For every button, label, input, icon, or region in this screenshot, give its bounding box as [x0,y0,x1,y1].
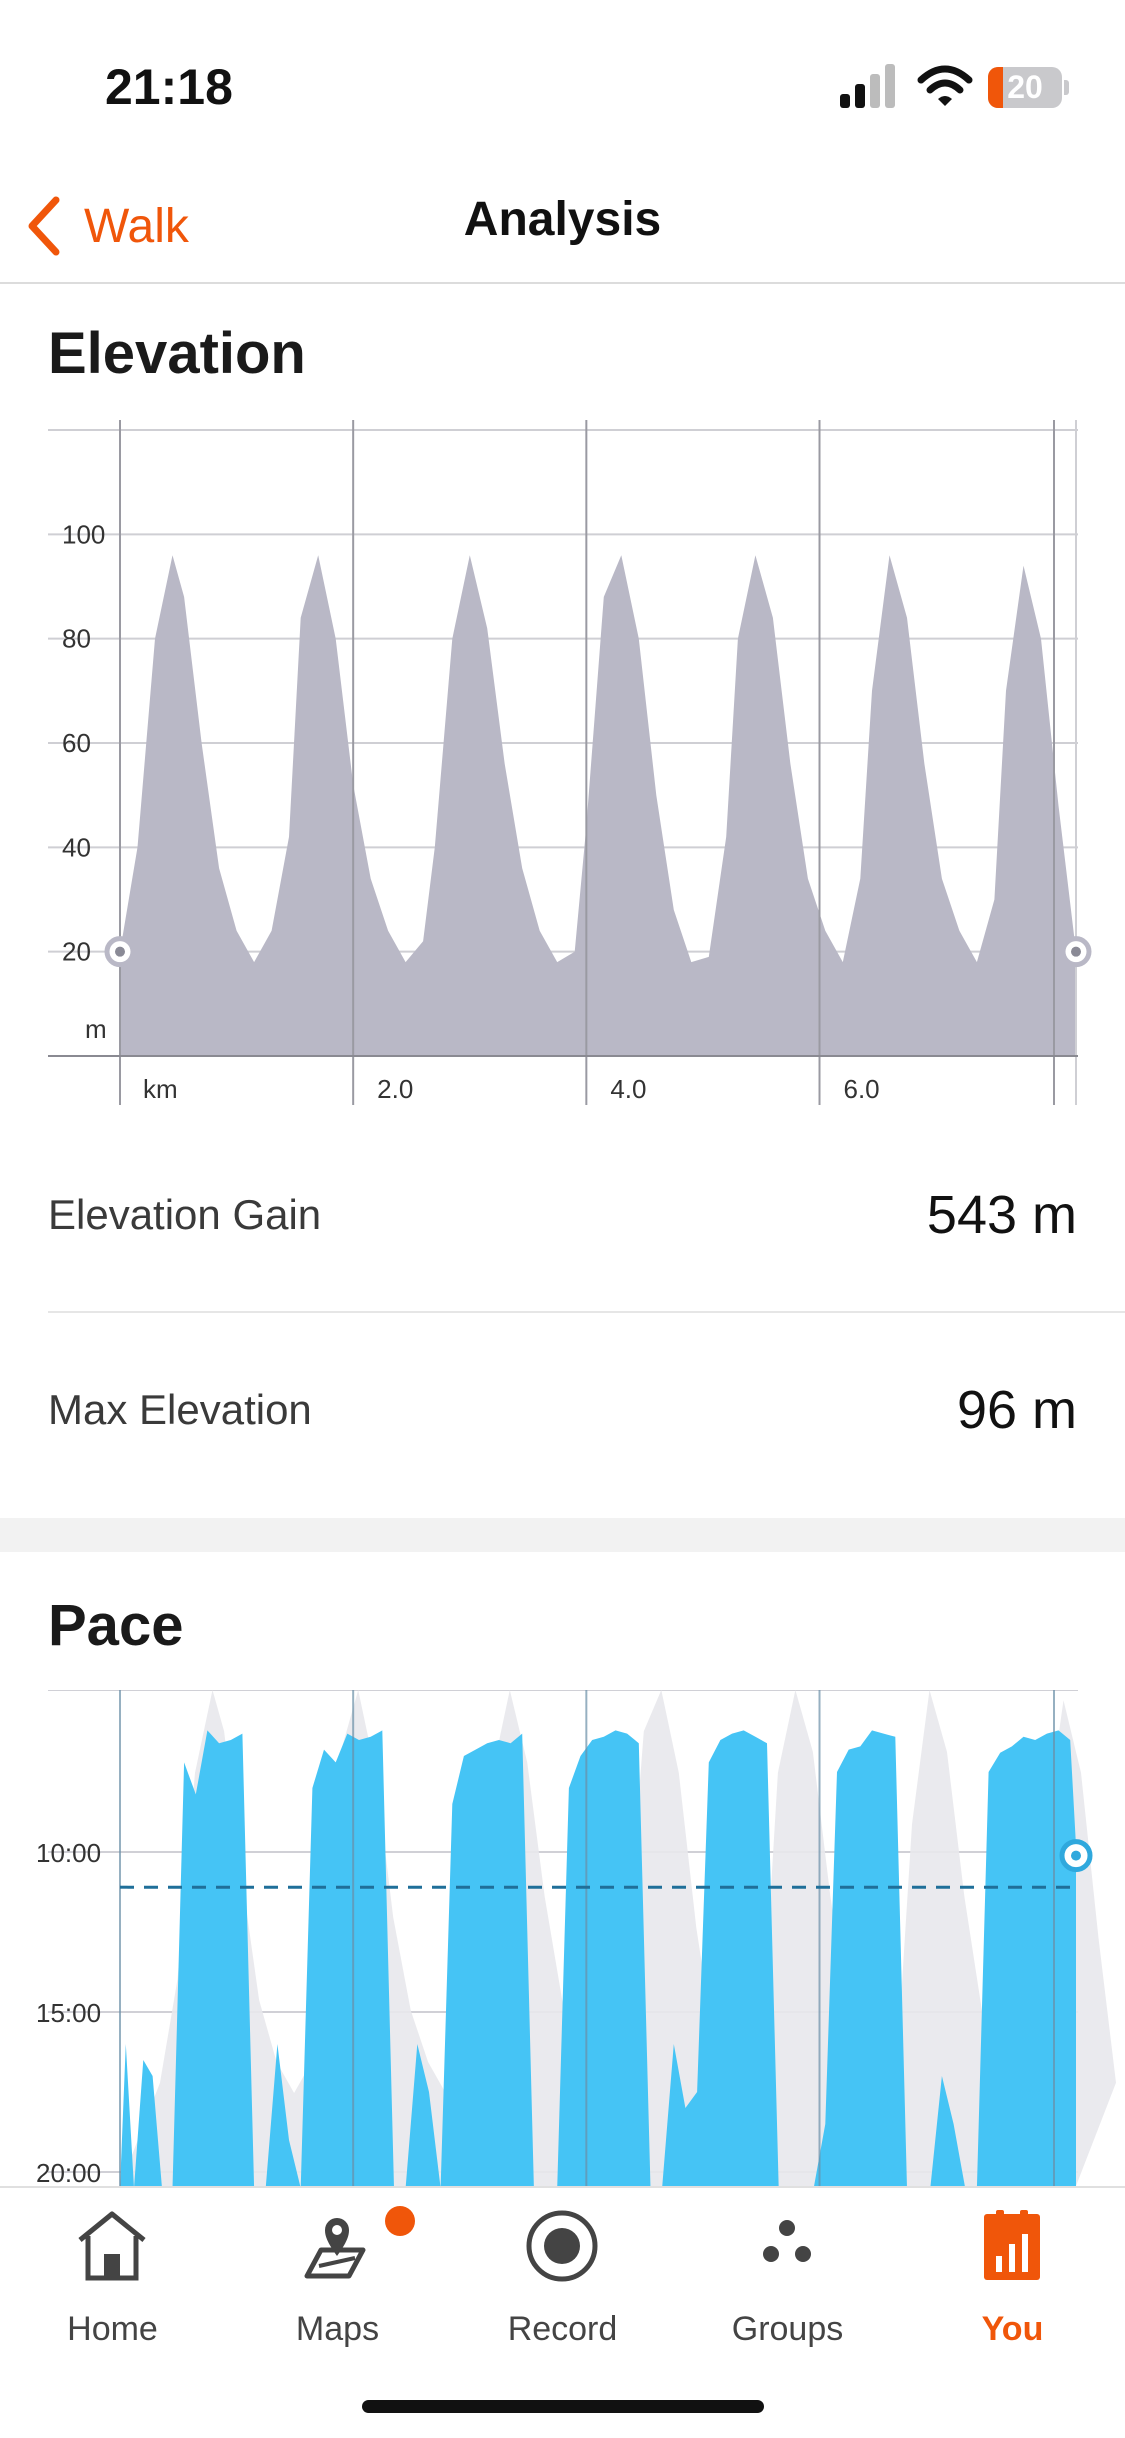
tab-bar: Home Maps Record Groups You [0,2186,1125,2438]
x-tick-label: 4.0 [610,1074,646,1104]
y-tick-label: 80 [62,624,91,654]
x-axis-unit: km [143,1074,178,1104]
you-icon [984,2210,1040,2280]
groups-icon [763,2220,811,2262]
elevation-area [120,555,1076,1056]
tab-record[interactable]: Record [450,2206,675,2366]
record-icon [526,2210,598,2282]
tab-you[interactable]: You [900,2206,1125,2366]
y-tick-label: 60 [62,728,91,758]
y-axis-unit: m [85,1014,107,1044]
tab-record-label: Record [507,2310,618,2348]
cellular-signal-icon [838,62,900,110]
elevation-gain-value: 543 m [926,1185,1077,1245]
elevation-gain-label: Elevation Gain [48,1191,322,1238]
x-tick-label: 2.0 [377,1074,413,1104]
tab-you-label: You [981,2310,1044,2348]
pace-title: Pace [48,1593,184,1658]
max-elevation-row: Max Elevation 96 m [48,1355,1077,1465]
navigation-bar: Walk Analysis [0,170,1125,284]
y-tick-label: 20:00 [36,2158,101,2186]
x-tick-label: 6.0 [844,1074,880,1104]
y-tick-label: 10:00 [36,1838,101,1868]
maps-icon [304,2218,366,2279]
elevation-start-marker-dot [115,946,125,957]
max-elevation-label: Max Elevation [48,1386,312,1433]
battery-icon: 20 [988,67,1069,108]
pace-chart[interactable]: 10:00 15:00 20:00 [0,1689,1125,2188]
page-title: Analysis [463,193,662,246]
status-time: 21:18 [105,59,233,115]
home-icon [78,2211,146,2281]
y-tick-label: 15:00 [36,1998,101,2028]
battery-body: 20 [988,67,1062,108]
y-tick-label: 100 [62,519,105,549]
home-indicator [362,2400,764,2413]
tab-groups-label: Groups [731,2310,844,2348]
battery-tip [1064,80,1069,95]
max-elevation-value: 96 m [956,1380,1077,1440]
maps-notification-badge [385,2206,415,2236]
pace-chart-svg: 10:00 15:00 20:00 [36,1689,1116,2188]
elevation-chart[interactable]: 100 80 60 40 20 m km 2.0 4.0 6.0 [0,420,1125,1110]
pace-end-marker-dot [1071,1850,1081,1861]
elevation-chart-svg: 100 80 60 40 20 m km 2.0 4.0 6.0 [48,420,1092,1105]
tab-groups[interactable]: Groups [675,2206,900,2366]
elevation-gain-row: Elevation Gain 543 m [48,1160,1077,1270]
section-separator [0,1518,1125,1552]
elevation-end-marker-dot [1071,946,1081,957]
tab-maps[interactable]: Maps [225,2206,450,2366]
tab-maps-label: Maps [295,2310,380,2348]
y-tick-label: 40 [62,832,91,862]
stat-divider [48,1311,1125,1313]
tab-home[interactable]: Home [0,2206,225,2366]
battery-level: 20 [1007,69,1043,105]
tab-home-label: Home [67,2310,158,2348]
y-tick-label: 20 [62,937,91,967]
wifi-icon [917,64,973,108]
status-bar: 21:18 20 [0,0,1125,170]
elevation-title: Elevation [48,321,306,386]
